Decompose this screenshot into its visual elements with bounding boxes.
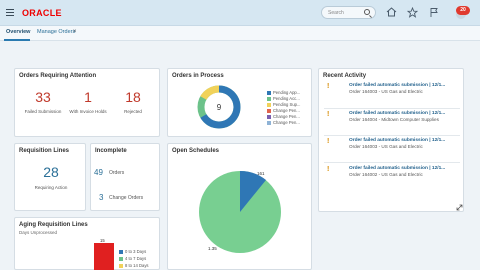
activity-item[interactable]: ! Order failed automatic submission | 12… bbox=[327, 83, 457, 103]
aging-bar[interactable] bbox=[94, 243, 114, 270]
legend-swatch bbox=[267, 115, 271, 119]
card-title: Incomplete bbox=[95, 148, 127, 154]
warning-icon: ! bbox=[327, 166, 330, 173]
warning-icon: ! bbox=[327, 111, 330, 118]
activity-item[interactable]: ! Order failed automatic submission | 12… bbox=[327, 111, 457, 131]
legend-swatch bbox=[267, 97, 271, 101]
pie-label-blue: 161 bbox=[257, 171, 265, 176]
card-title: Orders in Process bbox=[172, 73, 224, 79]
divider bbox=[324, 162, 460, 163]
legend-swatch bbox=[119, 250, 123, 254]
rejected-count[interactable]: 18 bbox=[113, 89, 153, 105]
orders-attention-card: Orders Requiring Attention 33 Failed Sub… bbox=[14, 68, 160, 137]
open-schedules-pie-chart[interactable]: 161 1.35 bbox=[196, 168, 286, 258]
notification-badge[interactable]: 20 bbox=[456, 6, 470, 15]
star-icon[interactable] bbox=[406, 6, 418, 19]
card-title: Open Schedules bbox=[172, 148, 220, 154]
card-title: Orders Requiring Attention bbox=[19, 73, 97, 79]
change-orders-label: Change Orders bbox=[109, 195, 144, 201]
search-placeholder: Search bbox=[328, 10, 344, 16]
menu-icon[interactable] bbox=[6, 9, 14, 16]
activity-item[interactable]: ! Order failed automatic submission | 12… bbox=[327, 138, 457, 158]
requisition-label: Requiring Action bbox=[34, 185, 68, 190]
search-box[interactable]: Search bbox=[321, 6, 376, 19]
orders-donut-chart[interactable]: 9 bbox=[195, 83, 243, 131]
active-tab-indicator bbox=[4, 39, 30, 41]
legend-swatch bbox=[267, 121, 271, 125]
warning-icon: ! bbox=[327, 83, 330, 90]
orders-in-process-card: Orders in Process 9 Pending App... Pendi… bbox=[167, 68, 312, 137]
donut-center-value: 9 bbox=[217, 103, 222, 112]
tab-manage-orders[interactable]: Manage Orders bbox=[37, 29, 75, 35]
pie-label-green: 1.35 bbox=[208, 246, 217, 251]
card-title: Requisition Lines bbox=[19, 148, 70, 154]
legend-swatch bbox=[267, 103, 271, 107]
invoice-holds-label: With Invoice Holds bbox=[69, 109, 107, 114]
donut-segment-yellow[interactable] bbox=[200, 85, 220, 100]
activity-detail: Order 164003 - US Gas and Electric bbox=[349, 144, 423, 149]
close-icon[interactable]: × bbox=[73, 29, 77, 35]
oracle-logo[interactable]: ORACLE bbox=[22, 8, 62, 18]
aging-subtitle: Days Unprocessed bbox=[19, 230, 58, 235]
legend-swatch bbox=[267, 109, 271, 113]
incomplete-orders-count[interactable]: 49 bbox=[94, 168, 103, 177]
activity-link[interactable]: Order failed automatic submission | 12/1… bbox=[349, 166, 445, 171]
open-schedules-card: Open Schedules 161 1.35 bbox=[167, 143, 312, 270]
legend-item[interactable]: Pending Acc... bbox=[273, 96, 300, 101]
expand-icon[interactable] bbox=[456, 204, 463, 211]
top-bar: ORACLE Search 20 bbox=[0, 0, 480, 26]
legend-item[interactable]: 0 to 3 Days bbox=[125, 249, 146, 254]
home-icon[interactable] bbox=[385, 7, 397, 19]
activity-link[interactable]: Order failed automatic submission | 12/1… bbox=[349, 111, 445, 116]
aging-bar-label: 15 bbox=[100, 238, 105, 243]
legend-swatch bbox=[119, 257, 123, 261]
card-title: Aging Requisition Lines bbox=[19, 222, 88, 228]
recent-activity-card: Recent Activity ! Order failed automatic… bbox=[318, 68, 464, 212]
legend-swatch bbox=[267, 91, 271, 95]
legend-swatch bbox=[119, 264, 123, 268]
requisition-count[interactable]: 28 bbox=[31, 164, 71, 180]
activity-link[interactable]: Order failed automatic submission | 12/1… bbox=[349, 83, 445, 88]
legend-item[interactable]: Change Pen... bbox=[273, 108, 300, 113]
failed-submission-count[interactable]: 33 bbox=[23, 89, 63, 105]
activity-link[interactable]: Order failed automatic submission | 12/1… bbox=[349, 138, 445, 143]
requisition-lines-card: Requisition Lines 28 Requiring Action bbox=[14, 143, 86, 211]
legend-item[interactable]: Pending App... bbox=[273, 90, 300, 95]
search-icon[interactable] bbox=[364, 9, 370, 15]
tab-bar: Overview Manage Orders × bbox=[0, 26, 480, 41]
legend-item[interactable]: Change Pen... bbox=[273, 120, 300, 125]
warning-icon: ! bbox=[327, 138, 330, 145]
legend-item[interactable]: Pending Sup... bbox=[273, 102, 300, 107]
rejected-label: Rejected bbox=[124, 109, 142, 114]
incomplete-card: Incomplete 49 Orders 3 Change Orders bbox=[90, 143, 160, 211]
incomplete-orders-label: Orders bbox=[109, 170, 125, 176]
legend-item[interactable]: Change Pen... bbox=[273, 114, 300, 119]
tab-overview[interactable]: Overview bbox=[6, 29, 30, 35]
divider bbox=[324, 108, 460, 109]
activity-detail: Order 164004 - Midtown Computer Supplies bbox=[349, 117, 439, 122]
card-title: Recent Activity bbox=[323, 73, 367, 79]
legend-item[interactable]: 8 to 14 Days bbox=[125, 263, 149, 268]
divider bbox=[324, 135, 460, 136]
change-orders-count[interactable]: 3 bbox=[99, 193, 103, 202]
invoice-holds-count[interactable]: 1 bbox=[68, 89, 108, 105]
activity-item[interactable]: ! Order failed automatic submission | 12… bbox=[327, 166, 457, 186]
legend-item[interactable]: 4 to 7 Days bbox=[125, 256, 146, 261]
aging-requisition-card: Aging Requisition Lines Days Unprocessed… bbox=[14, 217, 160, 270]
activity-detail: Order 164002 - US Gas and Electric bbox=[349, 172, 423, 177]
activity-detail: Order 164003 - US Gas and Electric bbox=[349, 89, 423, 94]
flag-icon[interactable] bbox=[428, 7, 440, 19]
